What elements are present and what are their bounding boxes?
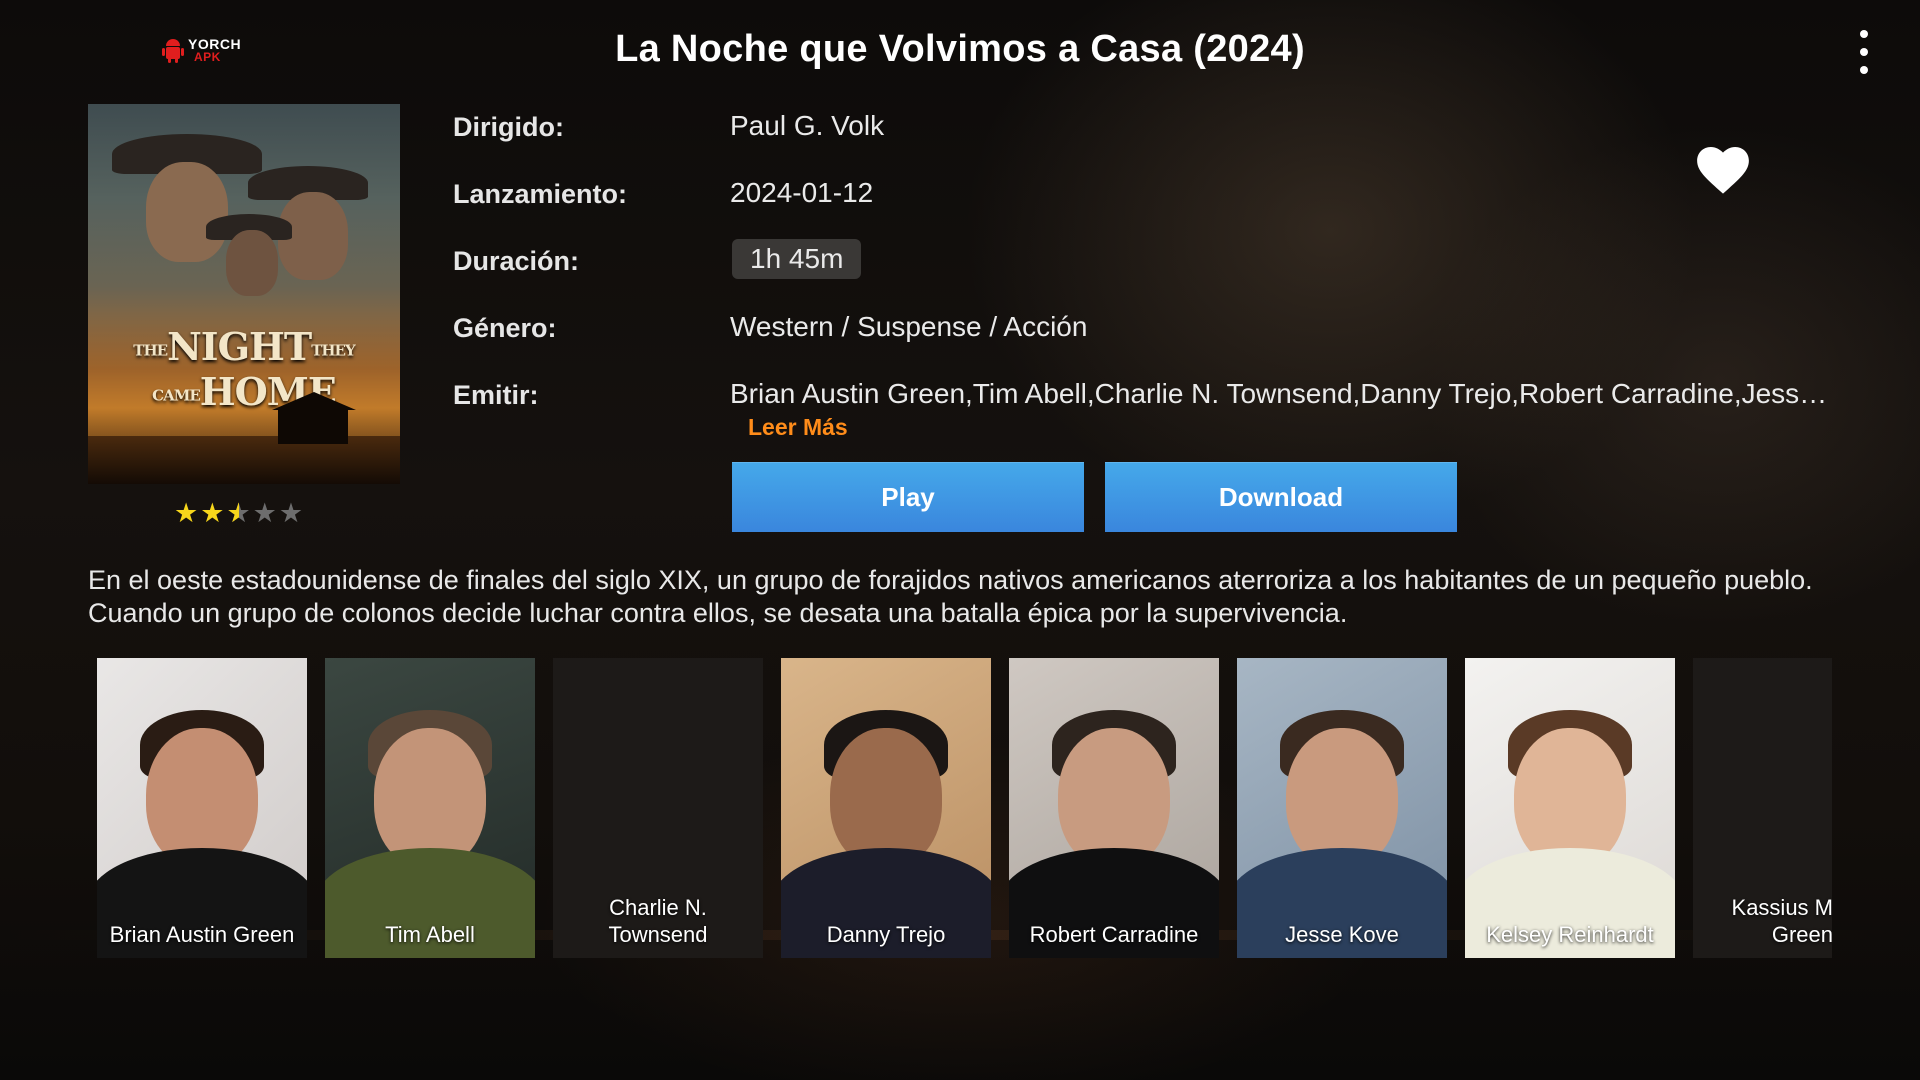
directed-label: Dirigido: (453, 112, 564, 142)
logo-subtext: APK (194, 50, 221, 64)
cast-card[interactable]: Danny Trejo (781, 658, 991, 958)
cast-name: Jesse Kove (1285, 922, 1399, 947)
cast-photo (1009, 658, 1219, 958)
cast-photo (1237, 658, 1447, 958)
star-icon: ★ (252, 498, 277, 528)
play-button[interactable]: Play (732, 462, 1084, 532)
cast-name: Robert Carradine (1029, 922, 1199, 947)
cast-name: Kelsey Reinhardt (1486, 922, 1654, 947)
star-icon: ★ (174, 498, 199, 528)
cast-card[interactable]: Kelsey Reinhardt (1465, 658, 1675, 958)
android-logo-icon (162, 39, 184, 63)
directed-value: Paul G. Volk (730, 110, 885, 141)
release-label: Lanzamiento: (453, 179, 628, 209)
cast-card[interactable]: Tim Abell (325, 658, 535, 958)
star-icon: ★ (278, 498, 304, 528)
duration-label: Duración: (453, 246, 580, 276)
star-icon: ★ (226, 498, 250, 528)
cast-name: Brian Austin Green (109, 922, 295, 947)
movie-poster: THENIGHTTHEY CAMEHOME (88, 104, 400, 484)
cast-name: Kassius M Green (1731, 895, 1832, 947)
genre-value: Western / Suspense / Acción (730, 311, 1088, 342)
cast-card[interactable]: Charlie N. Townsend (553, 658, 763, 958)
release-value: 2024-01-12 (730, 177, 874, 208)
cast-carousel[interactable]: Brian Austin Green Tim Abell Charlie N. … (97, 658, 1832, 958)
star-rating: ★ ★ ★ ★ ★ (174, 498, 303, 528)
movie-title: La Noche que Volvimos a Casa (2024) (615, 28, 1305, 70)
synopsis-text: En el oeste estadounidense de finales de… (88, 565, 1813, 628)
cast-card[interactable]: Brian Austin Green (97, 658, 307, 958)
cast-value: Brian Austin Green,Tim Abell,Charlie N. … (730, 378, 1832, 409)
cast-photo (97, 658, 307, 958)
heart-icon[interactable] (1696, 144, 1750, 196)
star-icon: ★ (200, 498, 225, 528)
download-button[interactable]: Download (1105, 462, 1457, 532)
cast-card[interactable]: Kassius M Green (1693, 658, 1832, 958)
cast-card[interactable]: Jesse Kove (1237, 658, 1447, 958)
genre-label: Género: (453, 313, 557, 343)
cast-card[interactable]: Robert Carradine (1009, 658, 1219, 958)
cast-photo (325, 658, 535, 958)
duration-badge: 1h 45m (732, 239, 862, 279)
logo-wordmark: YORCH APK (188, 37, 241, 64)
app-logo: YORCH APK (162, 36, 246, 66)
more-vertical-icon[interactable] (1852, 30, 1876, 74)
cast-name: Charlie N. Townsend (608, 895, 708, 947)
cast-name: Danny Trejo (826, 922, 946, 947)
cast-photo (781, 658, 991, 958)
read-more-link[interactable]: Leer Más (748, 414, 848, 441)
cast-label: Emitir: (453, 380, 539, 410)
cast-name: Tim Abell (385, 922, 475, 947)
cast-photo (1465, 658, 1675, 958)
